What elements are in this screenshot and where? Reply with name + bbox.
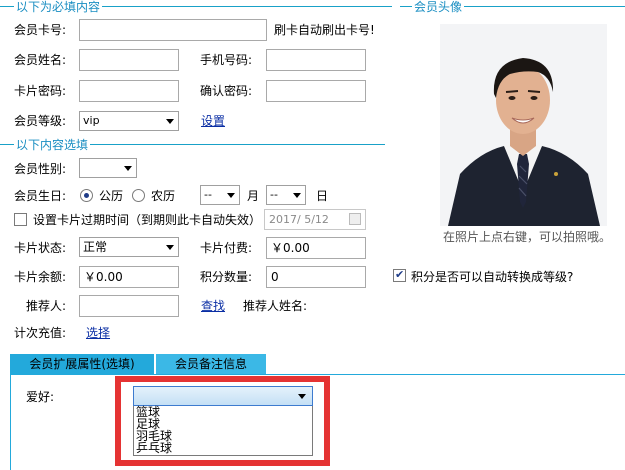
expiry-date-picker: 2017/ 5/12 bbox=[264, 209, 366, 230]
solar-radio-label: 公历 bbox=[99, 189, 124, 203]
referrer-input[interactable] bbox=[79, 295, 179, 317]
required-section-title: 以下为必填内容 bbox=[14, 0, 103, 14]
card-balance-input[interactable]: ￥0.00 bbox=[79, 266, 179, 288]
hobby-option[interactable]: 乒乓球 bbox=[136, 442, 172, 454]
chevron-down-icon bbox=[162, 112, 178, 130]
recharge-select-link[interactable]: 选择 bbox=[86, 326, 110, 340]
day-suffix: 日 bbox=[316, 189, 329, 203]
level-label: 会员等级: bbox=[14, 114, 67, 128]
points-label: 积分数量: bbox=[200, 270, 253, 284]
card-balance-label: 卡片余额: bbox=[14, 270, 67, 284]
confirm-pwd-label: 确认密码: bbox=[200, 84, 253, 98]
chevron-down-icon bbox=[223, 186, 239, 204]
points-input[interactable]: 0 bbox=[266, 266, 366, 288]
hobby-select[interactable] bbox=[133, 386, 313, 406]
tab-notes[interactable]: 会员备注信息 bbox=[156, 354, 266, 374]
birthday-label: 会员生日: bbox=[14, 189, 67, 203]
month-select[interactable]: -- bbox=[200, 185, 240, 205]
card-status-select[interactable]: 正常 bbox=[79, 237, 179, 257]
confirm-pwd-input[interactable] bbox=[266, 80, 366, 102]
card-status-label: 卡片状态: bbox=[14, 241, 67, 255]
photo-section-header: 会员头像 bbox=[400, 0, 625, 14]
card-no-input[interactable] bbox=[79, 19, 267, 41]
optional-section-title: 以下内容选填 bbox=[14, 138, 91, 152]
optional-section-header: 以下内容选填 bbox=[0, 138, 385, 152]
hobby-label: 爱好: bbox=[26, 390, 55, 404]
card-pwd-input[interactable] bbox=[79, 80, 179, 102]
level-select[interactable]: vip bbox=[79, 111, 179, 131]
tab-extended-attributes[interactable]: 会员扩展属性(选填) bbox=[10, 354, 154, 374]
gender-select[interactable] bbox=[79, 158, 137, 178]
auto-level-label: 积分是否可以自动转换成等级? bbox=[411, 270, 574, 284]
chevron-down-icon bbox=[294, 387, 310, 405]
level-select-value: vip bbox=[83, 114, 100, 127]
card-status-value: 正常 bbox=[83, 240, 108, 254]
expiry-checkbox[interactable] bbox=[14, 213, 27, 226]
recharge-label: 计次充值: bbox=[14, 326, 67, 340]
card-fee-label: 卡片付费: bbox=[200, 241, 253, 255]
card-no-label: 会员卡号: bbox=[14, 23, 67, 37]
required-section-header: 以下为必填内容 bbox=[0, 0, 392, 14]
auto-level-checkbox[interactable] bbox=[393, 268, 406, 282]
day-select-value: -- bbox=[270, 188, 278, 201]
month-select-value: -- bbox=[204, 188, 212, 201]
card-pwd-label: 卡片密码: bbox=[14, 84, 67, 98]
name-label: 会员姓名: bbox=[14, 53, 67, 67]
phone-label: 手机号码: bbox=[200, 53, 253, 67]
day-select[interactable]: -- bbox=[266, 185, 306, 205]
photo-section-title: 会员头像 bbox=[412, 0, 465, 14]
chevron-down-icon bbox=[120, 159, 136, 177]
card-no-hint: 刷卡自动刷出卡号! bbox=[274, 23, 375, 37]
photo-hint: 在照片上点右键，可以拍照哦。 bbox=[443, 230, 612, 244]
referrer-name-label: 推荐人姓名: bbox=[243, 299, 308, 313]
expiry-date-value: 2017/ 5/12 bbox=[269, 213, 329, 226]
gender-label: 会员性别: bbox=[14, 162, 67, 176]
chevron-down-icon bbox=[289, 186, 305, 204]
card-fee-input[interactable]: ￥0.00 bbox=[266, 237, 366, 259]
name-input[interactable] bbox=[79, 49, 179, 71]
referrer-label: 推荐人: bbox=[26, 299, 67, 313]
calendar-icon bbox=[349, 213, 361, 225]
member-photo[interactable] bbox=[440, 24, 607, 226]
phone-input[interactable] bbox=[266, 49, 366, 71]
solar-radio[interactable] bbox=[80, 189, 93, 202]
tab-bar: 会员扩展属性(选填) 会员备注信息 bbox=[10, 354, 266, 374]
lookup-link[interactable]: 查找 bbox=[201, 299, 225, 313]
hobby-dropdown-list: 篮球 足球 羽毛球 乒乓球 bbox=[133, 406, 313, 456]
level-settings-link[interactable]: 设置 bbox=[201, 114, 225, 128]
expiry-checkbox-label: 设置卡片过期时间（到期则此卡自动失效） bbox=[33, 213, 262, 227]
chevron-down-icon bbox=[162, 238, 178, 256]
lunar-radio[interactable] bbox=[132, 189, 145, 202]
member-portrait-image bbox=[440, 24, 607, 226]
lunar-radio-label: 农历 bbox=[151, 189, 176, 203]
month-suffix: 月 bbox=[247, 189, 260, 203]
